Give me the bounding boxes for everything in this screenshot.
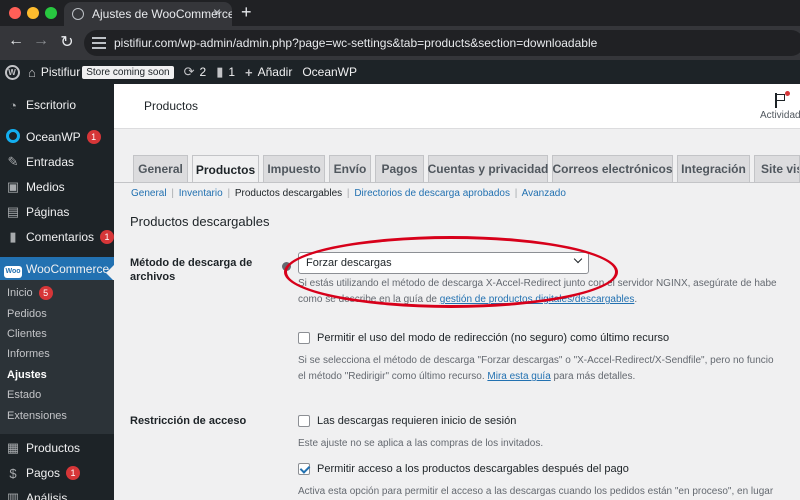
browser-tab-title: Ajustes de WooCommerce ‹ Pi <box>92 7 232 21</box>
after-payment-description: Activa esta opción para permitir el acce… <box>298 486 774 497</box>
notification-badge: 5 <box>38 286 53 300</box>
login-required-description: Este ajuste no se aplica a las compras d… <box>298 438 544 449</box>
tab-correos[interactable]: Correos electrónicos <box>552 155 673 182</box>
redirect-fallback-checkbox[interactable] <box>298 332 310 344</box>
tab-productos[interactable]: Productos <box>192 155 259 183</box>
add-new-link[interactable]: + Añadir <box>240 60 297 84</box>
sidebar-item-medios[interactable]: ▣ Medios <box>0 175 114 199</box>
after-payment-checkbox[interactable] <box>298 463 310 475</box>
notification-badge: 1 <box>100 230 115 244</box>
submenu-item-pedidos[interactable]: Pedidos <box>7 305 47 323</box>
content-header: Productos Actividad <box>114 84 800 129</box>
pin-icon: ✎ <box>7 154 19 169</box>
help-tip-icon[interactable] <box>282 262 291 271</box>
tab-site-visibility[interactable]: Site visi <box>754 155 800 182</box>
notification-badge: 1 <box>66 466 81 480</box>
chart-icon: ▥ <box>6 490 20 500</box>
subnav-general[interactable]: General <box>131 188 167 199</box>
browser-toolbar: ← → ↻ pistifiur.com/wp-admin/admin.php?p… <box>0 26 800 60</box>
browser-tab[interactable]: Ajustes de WooCommerce ‹ Pi <box>64 2 232 26</box>
section-title: Productos descargables <box>130 214 270 229</box>
login-required-checkbox[interactable] <box>298 415 310 427</box>
browser-tab-bar: Ajustes de WooCommerce ‹ Pi × + <box>0 0 800 26</box>
sidebar-item-oceanwp[interactable]: OceanWP 1 <box>0 125 114 149</box>
sidebar-item-analisis[interactable]: ▥ Análisis <box>0 486 114 500</box>
tab-cuentas-privacidad[interactable]: Cuentas y privacidad <box>428 155 548 182</box>
home-icon: ⌂ <box>28 64 36 80</box>
sidebar-item-woocommerce[interactable]: Woo WooCommerce <box>0 257 114 281</box>
comment-bubble-icon: ▮ <box>216 64 224 79</box>
redirect-fallback-row: Permitir el uso del modo de redirección … <box>298 332 669 344</box>
tab-general[interactable]: General <box>133 155 188 182</box>
archive-icon: ▦ <box>6 440 20 455</box>
tabs-divider <box>114 182 800 183</box>
new-tab-button[interactable]: + <box>241 2 252 23</box>
address-bar[interactable]: pistifiur.com/wp-admin/admin.php?page=wc… <box>84 30 800 56</box>
woocommerce-submenu: Inicio 5 Pedidos Clientes Informes Ajust… <box>0 280 114 434</box>
tab-impuesto[interactable]: Impuesto <box>263 155 325 182</box>
wordpress-logo-icon[interactable]: W <box>1 60 23 84</box>
notification-badge: 1 <box>86 130 101 144</box>
updates-link[interactable]: ⟳ 2 <box>179 60 212 84</box>
site-name-link[interactable]: ⌂ Pistifiur Store coming soon <box>23 60 179 84</box>
current-menu-arrow <box>106 265 114 281</box>
url-text: pistifiur.com/wp-admin/admin.php?page=wc… <box>114 36 598 50</box>
oceanwp-icon <box>0 128 26 146</box>
sidebar-item-pagos[interactable]: $ Pagos 1 <box>0 461 114 485</box>
tab-integracion[interactable]: Integración <box>677 155 750 182</box>
plus-icon: + <box>245 64 253 80</box>
download-method-select[interactable]: Forzar descargas <box>298 252 589 274</box>
subnav-advanced[interactable]: Avanzado <box>522 188 566 199</box>
submenu-item-informes[interactable]: Informes <box>7 345 50 363</box>
access-restriction-label: Restricción de acceso <box>130 415 247 427</box>
submenu-item-extensiones[interactable]: Extensiones <box>7 407 67 425</box>
login-required-row: Las descargas requieren inicio de sesión <box>298 415 516 427</box>
submenu-item-inicio[interactable]: Inicio 5 <box>7 284 53 302</box>
wp-admin-bar: W ⌂ Pistifiur Store coming soon ⟳ 2 ▮ 1 … <box>0 60 800 84</box>
store-status-badge[interactable]: Store coming soon <box>82 65 174 79</box>
comments-link[interactable]: ▮ 1 <box>211 60 240 84</box>
submenu-item-clientes[interactable]: Clientes <box>7 325 47 343</box>
subnav-inventario[interactable]: Inventario <box>179 188 223 199</box>
woo-icon: Woo <box>0 261 26 278</box>
admin-sidebar: ◔ Escritorio OceanWP 1 ✎ Entradas ▣ Medi… <box>0 84 115 500</box>
sidebar-item-paginas[interactable]: ▤ Páginas <box>0 200 114 224</box>
window-minimize-button[interactable] <box>27 7 39 19</box>
tab-close-icon[interactable]: × <box>213 4 221 20</box>
site-settings-icon[interactable] <box>92 37 106 49</box>
page-title: Productos <box>144 99 199 113</box>
digital-products-guide-link[interactable]: gestión de productos digitales/descargab… <box>440 294 635 305</box>
back-arrow-icon[interactable]: ← <box>6 32 26 50</box>
window-close-button[interactable] <box>9 7 21 19</box>
download-method-description: Si estás utilizando el método de descarg… <box>298 278 777 305</box>
submenu-item-ajustes[interactable]: Ajustes <box>7 366 47 384</box>
globe-icon <box>72 8 84 20</box>
dollar-icon: $ <box>9 465 17 481</box>
section-subnav: General | Inventario | Productos descarg… <box>131 188 566 199</box>
reload-icon[interactable]: ↻ <box>57 32 77 52</box>
flag-icon <box>774 91 790 109</box>
updates-icon: ⟳ <box>183 64 195 79</box>
download-method-label: Método de descarga de archivos <box>130 257 253 283</box>
fallback-guide-link[interactable]: Mira esta guía <box>487 371 550 382</box>
window-maximize-button[interactable] <box>45 7 57 19</box>
chevron-down-icon <box>573 254 583 264</box>
gauge-icon: ◔ <box>9 97 17 113</box>
submenu-item-estado[interactable]: Estado <box>7 386 41 404</box>
sidebar-item-entradas[interactable]: ✎ Entradas <box>0 150 114 174</box>
oceanwp-link[interactable]: OceanWP <box>297 60 362 84</box>
forward-arrow-icon[interactable]: → <box>31 32 51 50</box>
page-icon: ▤ <box>6 204 20 219</box>
redirect-fallback-description: Si se selecciona el método de descarga "… <box>298 355 774 382</box>
subnav-downloadable: Productos descargables <box>234 188 343 199</box>
after-payment-row: Permitir acceso a los productos descarga… <box>298 463 629 475</box>
media-icon: ▣ <box>6 179 20 194</box>
sidebar-item-escritorio[interactable]: ◔ Escritorio <box>0 93 114 117</box>
tab-envio[interactable]: Envío <box>329 155 371 182</box>
tab-pagos[interactable]: Pagos <box>375 155 424 182</box>
sidebar-item-productos[interactable]: ▦ Productos <box>0 436 114 460</box>
subnav-approved-dirs[interactable]: Directorios de descarga aprobados <box>354 188 510 199</box>
comment-icon: ▮ <box>9 229 17 244</box>
sidebar-item-comentarios[interactable]: ▮ Comentarios 1 <box>0 225 115 249</box>
